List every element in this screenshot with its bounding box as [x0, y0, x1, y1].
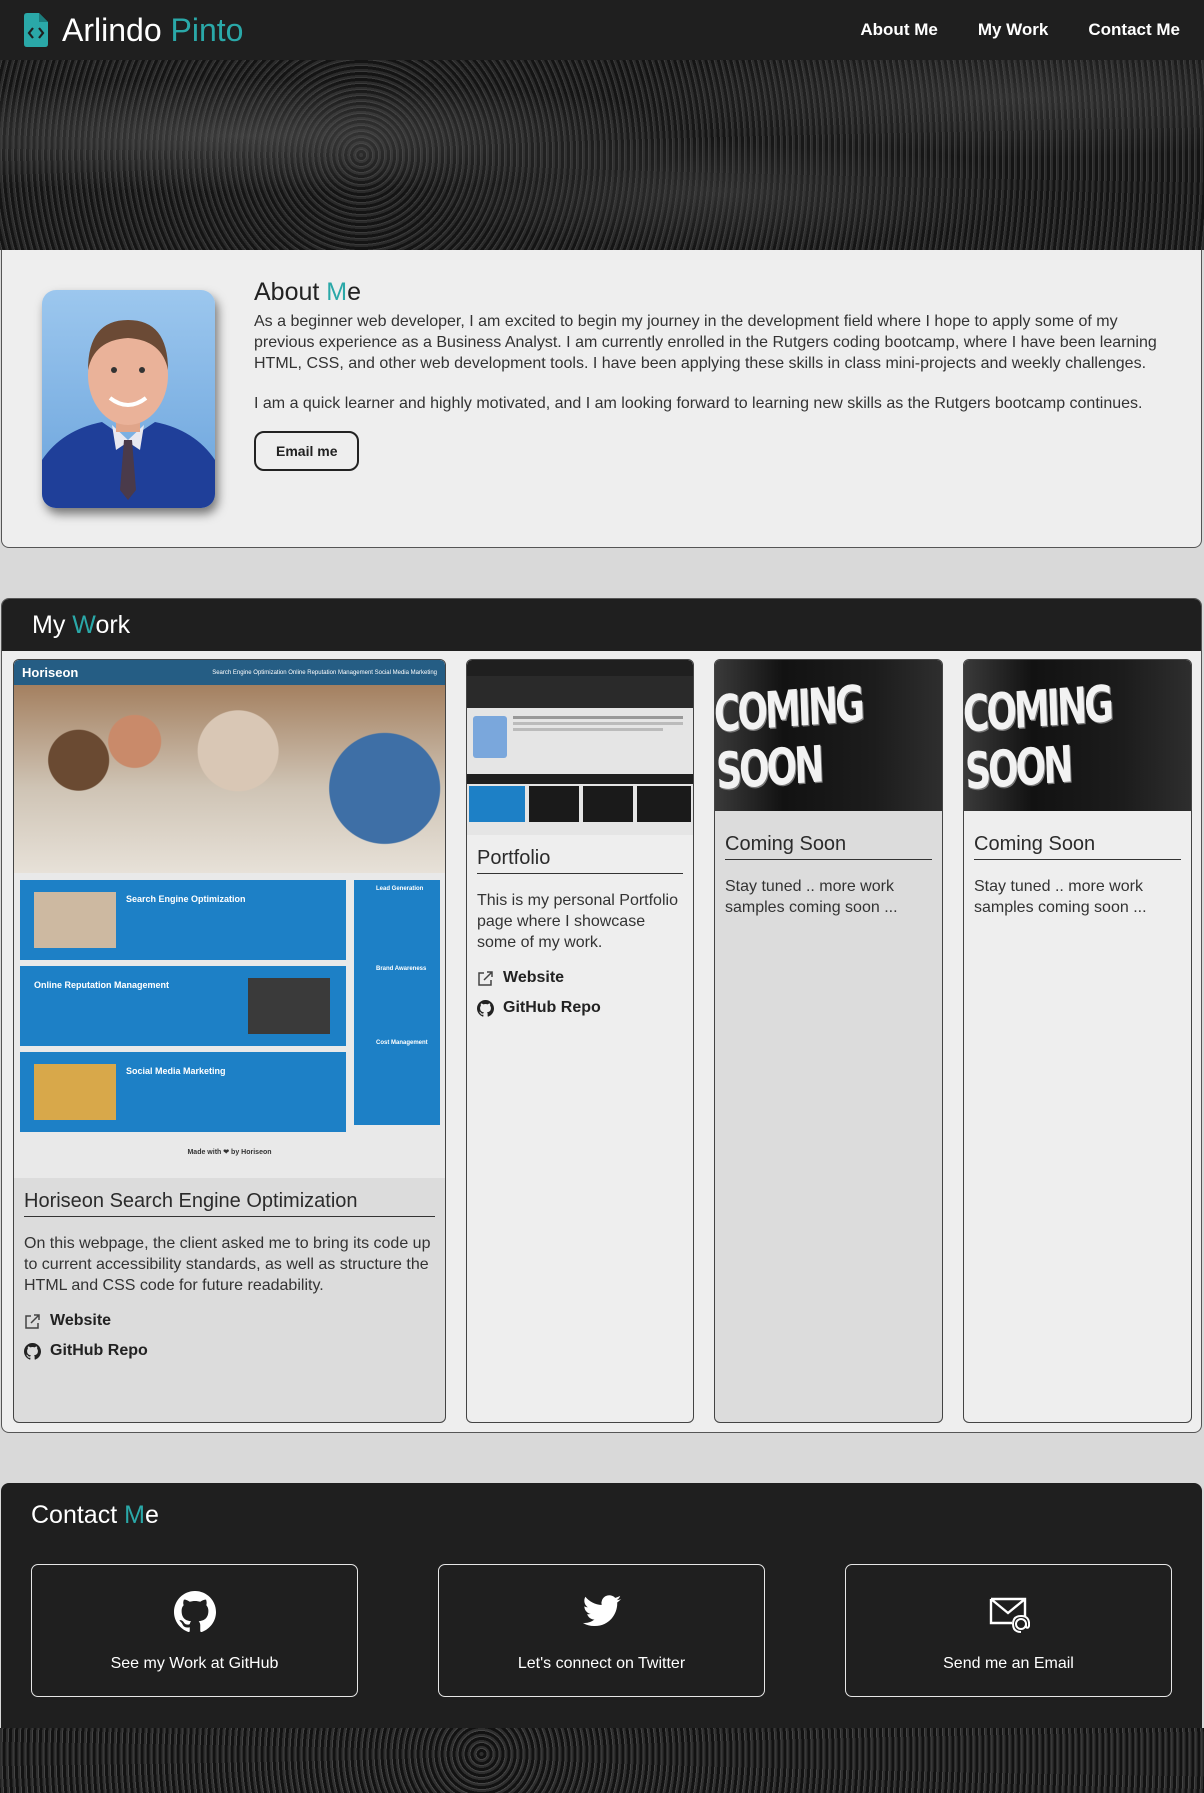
- github-icon: [173, 1591, 216, 1633]
- contact-heading: Contact Me: [31, 1501, 159, 1529]
- card-title: Coming Soon: [725, 833, 932, 860]
- thumb-sidebar: Lead Generation Brand Awareness Cost Man…: [354, 880, 440, 1125]
- profile-photo: [42, 320, 215, 508]
- thumb-brand: Horiseon: [22, 665, 79, 680]
- contact-github[interactable]: See my Work at GitHub: [31, 1564, 358, 1697]
- email-icon: [989, 1597, 1030, 1633]
- nav-my-work[interactable]: My Work: [978, 20, 1049, 40]
- thumb-block-2: Online Reputation Management: [20, 966, 346, 1046]
- about-paragraph-1: As a beginner web developer, I am excite…: [254, 313, 1157, 372]
- about-paragraph-2: I am a quick learner and highly motivate…: [254, 395, 1143, 412]
- card-body: Horiseon Search Engine Optimization On t…: [14, 1178, 445, 1384]
- about-heading: About Me: [254, 278, 362, 306]
- github-icon: [477, 999, 494, 1017]
- brand[interactable]: Arlindo Pinto: [24, 12, 243, 49]
- contact-email[interactable]: Send me an Email: [845, 1564, 1172, 1697]
- work-section: My Work Horiseon Search Engine Optimizat…: [1, 598, 1202, 1433]
- external-link-icon: [478, 970, 493, 986]
- thumb-block-3: Social Media Marketing: [20, 1052, 346, 1132]
- website-link[interactable]: Website: [477, 969, 683, 987]
- card-description: Stay tuned .. more work samples coming s…: [974, 878, 1147, 916]
- thumb-nav: Search Engine Optimization Online Reputa…: [212, 669, 437, 676]
- about-section: About Me As a beginner web developer, I …: [1, 250, 1202, 548]
- nav-contact-me[interactable]: Contact Me: [1088, 20, 1180, 40]
- thumb-block-1: Search Engine Optimization: [20, 880, 346, 960]
- twitter-icon: [582, 1595, 621, 1627]
- contact-section: Contact Me See my Work at GitHub Let's c…: [1, 1483, 1202, 1728]
- avatar: [42, 290, 215, 508]
- card-title: Portfolio: [477, 847, 683, 874]
- github-repo-link[interactable]: GitHub Repo: [24, 1342, 435, 1360]
- code-file-icon: [24, 13, 48, 47]
- github-repo-link[interactable]: GitHub Repo: [477, 999, 683, 1017]
- card-description: Stay tuned .. more work samples coming s…: [725, 878, 898, 916]
- coming-soon-image: COMING SOON: [964, 660, 1191, 811]
- project-card-horiseon: Horiseon Search Engine Optimization Onli…: [13, 659, 446, 1423]
- website-link[interactable]: Website: [24, 1312, 435, 1330]
- card-body: Portfolio This is my personal Portfolio …: [467, 835, 693, 1041]
- coming-soon-image: COMING SOON: [715, 660, 942, 811]
- card-title: Coming Soon: [974, 833, 1181, 860]
- external-link-icon: [25, 1313, 40, 1329]
- nav-about-me[interactable]: About Me: [860, 20, 937, 40]
- project-screenshot-portfolio[interactable]: [467, 660, 693, 835]
- card-title: Horiseon Search Engine Optimization: [24, 1190, 435, 1217]
- card-description: This is my personal Portfolio page where…: [477, 892, 678, 951]
- card-body: Coming Soon Stay tuned .. more work samp…: [964, 811, 1191, 946]
- card-body: Coming Soon Stay tuned .. more work samp…: [715, 811, 942, 946]
- thumb-hero-photo: [14, 685, 445, 873]
- email-me-button[interactable]: Email me: [254, 431, 360, 471]
- footer-banner: [0, 1728, 1204, 1793]
- card-description: On this webpage, the client asked me to …: [24, 1235, 431, 1294]
- thumb-header: Horiseon Search Engine Optimization Onli…: [14, 660, 445, 685]
- main-nav: About Me My Work Contact Me: [860, 20, 1180, 40]
- github-icon: [24, 1342, 41, 1360]
- site-header: Arlindo Pinto About Me My Work Contact M…: [0, 0, 1204, 60]
- hero-banner: [0, 60, 1204, 250]
- work-heading: My Work: [32, 610, 131, 639]
- work-heading-bar: My Work: [2, 599, 1201, 651]
- project-screenshot-horiseon[interactable]: Horiseon Search Engine Optimization Onli…: [14, 660, 445, 1178]
- contact-twitter[interactable]: Let's connect on Twitter: [438, 1564, 765, 1697]
- about-content: About Me As a beginner web developer, I …: [254, 278, 1174, 471]
- site-title: Arlindo Pinto: [62, 11, 244, 48]
- project-card-portfolio: Portfolio This is my personal Portfolio …: [466, 659, 694, 1423]
- thumb-footer: Made with ❤ by Horiseon: [187, 1149, 272, 1156]
- project-card-coming-soon-2: COMING SOON Coming Soon Stay tuned .. mo…: [963, 659, 1192, 1423]
- project-card-coming-soon-1: COMING SOON Coming Soon Stay tuned .. mo…: [714, 659, 943, 1423]
